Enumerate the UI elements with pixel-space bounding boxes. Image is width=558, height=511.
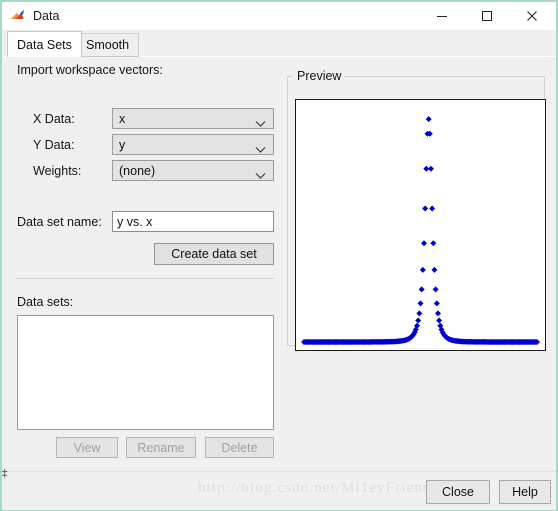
window-title: Data: [33, 9, 60, 23]
data-sets-label: Data sets:: [17, 295, 74, 309]
x-data-value: x: [119, 112, 126, 126]
tab-smooth-label: Smooth: [86, 38, 130, 52]
create-data-set-button[interactable]: Create data set: [154, 243, 274, 265]
dialog-footer: http://blog.csdn.net/Mi1eyFriends Close …: [2, 471, 556, 510]
minimize-icon[interactable]: [419, 2, 464, 30]
chevron-down-icon: [255, 167, 266, 185]
watermark-text: http://blog.csdn.net/Mi1eyFriends: [198, 480, 439, 496]
tab-data-sets[interactable]: Data Sets: [7, 31, 82, 57]
help-label: Help: [512, 485, 538, 499]
create-data-set-label: Create data set: [171, 247, 257, 261]
preview-plot: [295, 99, 546, 351]
content-panel: Import workspace vectors: X Data: x Y Da…: [2, 57, 556, 471]
preview-border-segment-right: [344, 76, 545, 77]
view-button[interactable]: View: [56, 437, 118, 458]
help-button[interactable]: Help: [499, 480, 551, 504]
rename-label: Rename: [137, 440, 185, 455]
y-data-select[interactable]: y: [112, 134, 274, 155]
chevron-down-icon: [255, 115, 266, 133]
close-icon[interactable]: [509, 2, 554, 30]
close-dialog-label: Close: [442, 485, 474, 499]
y-data-value: y: [119, 138, 126, 152]
title-bar: Data: [2, 2, 556, 31]
tab-smooth[interactable]: Smooth: [76, 33, 140, 57]
data-sets-listbox[interactable]: [17, 315, 274, 430]
tab-data-sets-label: Data Sets: [17, 37, 72, 52]
preview-scatter-svg: [301, 116, 540, 345]
matlab-membrane-icon: [10, 7, 28, 25]
weights-select[interactable]: (none): [112, 160, 274, 181]
delete-button[interactable]: Delete: [205, 437, 274, 458]
preview-group: Preview: [287, 69, 546, 351]
preview-border-segment-left: [287, 76, 292, 77]
maximize-icon[interactable]: [464, 2, 509, 30]
x-data-select[interactable]: x: [112, 108, 274, 129]
data-set-name-value: y vs. x: [117, 215, 153, 229]
edge-artifact: ‡: [2, 467, 8, 479]
data-dialog-window: Data Data Sets Smooth Import workspace v…: [0, 0, 558, 511]
weights-value: (none): [119, 164, 156, 178]
rename-button[interactable]: Rename: [126, 437, 196, 458]
view-label: View: [73, 440, 101, 455]
section-divider: [16, 278, 274, 279]
delete-label: Delete: [221, 440, 258, 455]
data-set-name-label: Data set name:: [17, 215, 102, 229]
x-data-label: X Data:: [33, 112, 75, 126]
close-dialog-button[interactable]: Close: [426, 480, 490, 504]
weights-label: Weights:: [33, 164, 82, 178]
y-data-label: Y Data:: [33, 138, 75, 152]
preview-title: Preview: [294, 69, 345, 83]
chevron-down-icon: [255, 141, 266, 159]
import-section-title: Import workspace vectors:: [17, 63, 163, 77]
tab-strip: Data Sets Smooth: [2, 30, 556, 57]
data-set-name-input[interactable]: y vs. x: [112, 211, 274, 232]
